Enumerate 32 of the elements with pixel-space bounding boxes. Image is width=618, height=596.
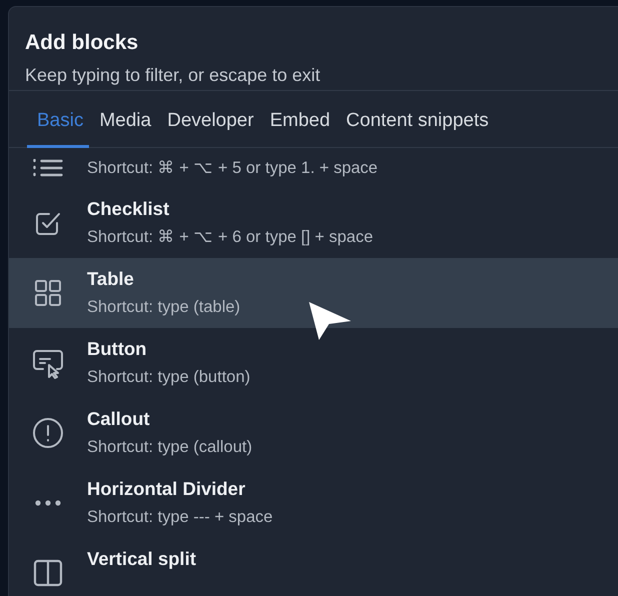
block-item[interactable]: Table Shortcut: type (table): [9, 258, 618, 328]
block-item[interactable]: Shortcut: ⌘ + ⌥ + 5 or type 1. + space: [9, 148, 618, 188]
shortcut-hint: Shortcut: ⌘ + ⌥ + 6 or type [] + space: [87, 227, 374, 248]
category-tab[interactable]: Media: [89, 103, 158, 148]
shortcut-hint: Shortcut: type (button): [87, 367, 250, 388]
exclamation-circle-icon: [32, 417, 64, 449]
list-icon: [33, 159, 63, 177]
block-title: Callout: [87, 407, 151, 431]
block-item[interactable]: Button Shortcut: type (button): [9, 328, 618, 398]
shortcut-hint: Shortcut: type (callout): [87, 437, 252, 458]
panel-title: Add blocks: [25, 30, 140, 56]
dots-icon: [33, 499, 63, 507]
block-title: Table: [87, 267, 135, 291]
block-item[interactable]: Checklist Shortcut: ⌘ + ⌥ + 6 or type [] + space: [9, 188, 618, 258]
shortcut-hint: Shortcut: type (table): [87, 297, 240, 318]
block-title: Vertical split: [87, 547, 196, 571]
block-title: Checklist: [87, 197, 170, 221]
block-item[interactable]: Vertical split: [9, 538, 618, 596]
category-tab[interactable]: Embed: [260, 103, 336, 148]
panel-subtitle: Keep typing to filter, or escape to exit: [25, 64, 322, 87]
category-tab[interactable]: Basic: [27, 103, 90, 148]
block-title: Horizontal Divider: [87, 477, 246, 501]
shortcut-hint: Shortcut: type --- + space: [87, 507, 273, 528]
columns-icon: [32, 558, 64, 588]
category-tab[interactable]: Developer: [157, 103, 260, 148]
shortcut-hint: Shortcut: ⌘ + ⌥ + 5 or type 1. + space: [87, 158, 378, 179]
block-item[interactable]: Callout Shortcut: type (callout): [9, 398, 618, 468]
grid-icon: [33, 278, 63, 308]
category-tab[interactable]: Content snippets: [336, 103, 495, 148]
block-item[interactable]: Horizontal Divider Shortcut: type --- + space: [9, 468, 618, 538]
block-title: Button: [87, 337, 148, 361]
button-cursor-icon: [31, 347, 65, 379]
